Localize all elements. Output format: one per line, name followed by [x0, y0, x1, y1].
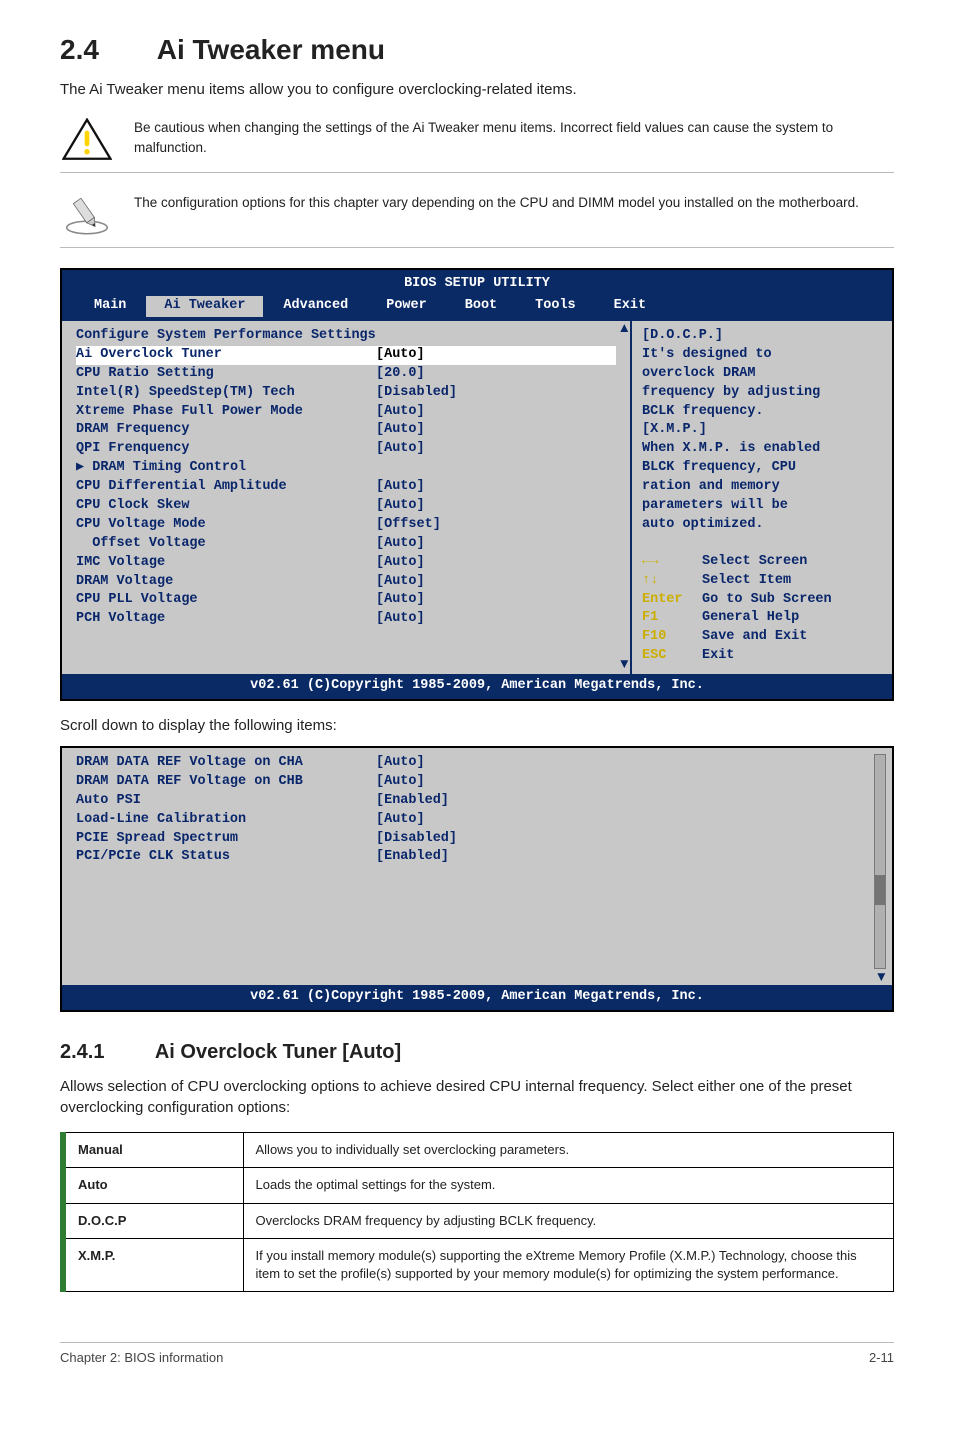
- bios-settings-panel: ▲ Configure System Performance Settings …: [62, 321, 632, 674]
- bios-setting-row: CPU Ratio Setting[20.0]: [76, 365, 616, 384]
- bios-help-line: [D.O.C.P.]: [642, 327, 882, 346]
- bios-setting-row: CPU Clock Skew[Auto]: [76, 497, 616, 516]
- bios-setting-row: CPU Differential Amplitude[Auto]: [76, 478, 616, 497]
- bios-screenshot-main: BIOS SETUP UTILITY MainAi TweakerAdvance…: [60, 268, 894, 701]
- option-desc: Overclocks DRAM frequency by adjusting B…: [243, 1203, 894, 1238]
- bios-setting-row: DRAM DATA REF Voltage on CHB[Auto]: [76, 773, 878, 792]
- option-name: Manual: [63, 1133, 243, 1168]
- info-text: The configuration options for this chapt…: [134, 193, 869, 213]
- bios-help-line: BCLK frequency.: [642, 403, 882, 422]
- subsection-title-text: Ai Overclock Tuner [Auto]: [155, 1041, 401, 1063]
- bios-footer-2: v02.61 (C)Copyright 1985-2009, American …: [62, 985, 892, 1010]
- bios-title: BIOS SETUP UTILITY: [62, 270, 892, 296]
- bios-setting-row: Offset Voltage[Auto]: [76, 535, 616, 554]
- table-row: D.O.C.POverclocks DRAM frequency by adju…: [63, 1203, 894, 1238]
- bios-setting-row: Auto PSI[Enabled]: [76, 792, 878, 811]
- table-row: ManualAllows you to individually set ove…: [63, 1133, 894, 1168]
- caution-note: Be cautious when changing the settings o…: [60, 118, 894, 162]
- bios-setting-row: CPU PLL Voltage[Auto]: [76, 591, 616, 610]
- bios-settings-panel-2: DRAM DATA REF Voltage on CHA[Auto]DRAM D…: [62, 748, 892, 985]
- option-name: Auto: [63, 1168, 243, 1203]
- table-row: AutoLoads the optimal settings for the s…: [63, 1168, 894, 1203]
- scroll-down-arrow-icon: ▼: [618, 655, 631, 674]
- scrollbar: [874, 754, 886, 969]
- subsection-heading: 2.4.1 Ai Overclock Tuner [Auto]: [60, 1038, 894, 1066]
- bios-setting-row: PCIE Spread Spectrum[Disabled]: [76, 830, 878, 849]
- subsection-intro: Allows selection of CPU overclocking opt…: [60, 1076, 894, 1118]
- bios-tab-tools: Tools: [517, 296, 594, 317]
- bios-setting-row: QPI Frenquency[Auto]: [76, 440, 616, 459]
- page-footer: Chapter 2: BIOS information 2-11: [60, 1342, 894, 1367]
- option-desc: Allows you to individually set overclock…: [243, 1133, 894, 1168]
- nav-f1: F1General Help: [642, 609, 882, 628]
- table-row: X.M.P.If you install memory module(s) su…: [63, 1238, 894, 1291]
- footer-right: 2-11: [869, 1349, 894, 1367]
- bios-tab-power: Power: [368, 296, 445, 317]
- info-note: The configuration options for this chapt…: [60, 193, 894, 237]
- bios-setting-row: Intel(R) SpeedStep(TM) Tech[Disabled]: [76, 384, 616, 403]
- bios-help-line: overclock DRAM: [642, 365, 882, 384]
- bios-help-line: frequency by adjusting: [642, 384, 882, 403]
- bios-tab-boot: Boot: [447, 296, 515, 317]
- bios-help-line: When X.M.P. is enabled: [642, 440, 882, 459]
- nav-esc: ESCExit: [642, 647, 882, 666]
- bios-tab-advanced: Advanced: [265, 296, 366, 317]
- bios-help-line: BLCK frequency, CPU: [642, 459, 882, 478]
- bios-help-panel: [D.O.C.P.]It's designed tooverclock DRAM…: [632, 321, 892, 674]
- option-name: D.O.C.P: [63, 1203, 243, 1238]
- bios-setting-row: IMC Voltage[Auto]: [76, 554, 616, 573]
- intro-paragraph: The Ai Tweaker menu items allow you to c…: [60, 79, 894, 100]
- bios-help-line: It's designed to: [642, 346, 882, 365]
- divider: [60, 172, 894, 173]
- bios-setting-row: Ai Overclock Tuner[Auto]: [76, 346, 616, 365]
- bios-setting-row: PCI/PCIe CLK Status[Enabled]: [76, 848, 878, 867]
- bios-help-line: ration and memory: [642, 478, 882, 497]
- bios-setting-row: DRAM DATA REF Voltage on CHA[Auto]: [76, 754, 878, 773]
- divider: [60, 247, 894, 248]
- bios-setting-row: ▶ DRAM Timing Control: [76, 459, 616, 478]
- bios-config-header: Configure System Performance Settings: [76, 327, 616, 346]
- bios-setting-row: DRAM Voltage[Auto]: [76, 573, 616, 592]
- bios-tab-bar: MainAi TweakerAdvancedPowerBootToolsExit: [62, 296, 892, 321]
- footer-left: Chapter 2: BIOS information: [60, 1349, 223, 1367]
- bios-setting-row: Load-Line Calibration[Auto]: [76, 811, 878, 830]
- option-desc: If you install memory module(s) supporti…: [243, 1238, 894, 1291]
- option-name: X.M.P.: [63, 1238, 243, 1291]
- section-title-text: Ai Tweaker menu: [157, 34, 385, 65]
- caution-text: Be cautious when changing the settings o…: [134, 118, 894, 157]
- option-desc: Loads the optimal settings for the syste…: [243, 1168, 894, 1203]
- bios-tab-ai-tweaker: Ai Tweaker: [146, 296, 263, 317]
- bios-tab-exit: Exit: [596, 296, 664, 317]
- caution-icon: [60, 118, 114, 162]
- scroll-up-arrow-icon: ▲: [618, 319, 631, 338]
- bios-setting-row: Xtreme Phase Full Power Mode[Auto]: [76, 403, 616, 422]
- nav-f10: F10Save and Exit: [642, 628, 882, 647]
- section-number: 2.4: [60, 30, 150, 69]
- bios-help-line: parameters will be: [642, 497, 882, 516]
- options-table: ManualAllows you to individually set ove…: [60, 1132, 894, 1292]
- bios-help-line: auto optimized.: [642, 516, 882, 535]
- bios-setting-row: DRAM Frequency[Auto]: [76, 421, 616, 440]
- nav-select-screen: ←→Select Screen: [642, 553, 882, 572]
- bios-footer: v02.61 (C)Copyright 1985-2009, American …: [62, 674, 892, 699]
- bios-setting-row: PCH Voltage[Auto]: [76, 610, 616, 629]
- scroll-caption: Scroll down to display the following ite…: [60, 715, 894, 736]
- nav-enter: EnterGo to Sub Screen: [642, 591, 882, 610]
- pencil-icon: [60, 193, 114, 237]
- bios-tab-main: Main: [76, 296, 144, 317]
- bios-setting-row: CPU Voltage Mode[Offset]: [76, 516, 616, 535]
- nav-select-item: ↑↓Select Item: [642, 572, 882, 591]
- scroll-down-arrow-icon: ▼: [875, 968, 888, 987]
- bios-screenshot-scroll: DRAM DATA REF Voltage on CHA[Auto]DRAM D…: [60, 746, 894, 1012]
- section-heading: 2.4 Ai Tweaker menu: [60, 30, 894, 69]
- bios-help-line: [X.M.P.]: [642, 421, 882, 440]
- subsection-number: 2.4.1: [60, 1038, 150, 1066]
